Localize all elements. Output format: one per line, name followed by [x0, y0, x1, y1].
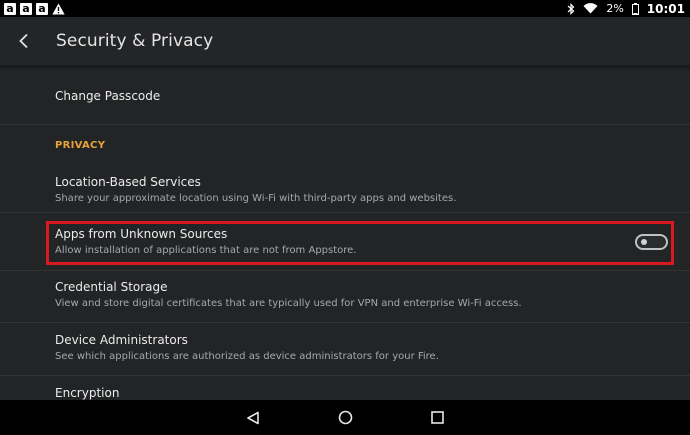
- back-arrow-icon: [18, 33, 30, 49]
- setting-device-administrators[interactable]: Device Administrators See which applicat…: [0, 324, 690, 374]
- nav-home-button[interactable]: [323, 400, 367, 435]
- amazon-notification-icon: a: [4, 2, 16, 15]
- setting-title: Encryption: [55, 386, 120, 400]
- clock: 10:01: [646, 1, 685, 16]
- toggle-knob: [641, 239, 647, 245]
- page-title: Security & Privacy: [56, 31, 214, 51]
- nav-recents-icon: [430, 411, 444, 424]
- status-right: 2% 10:01: [567, 2, 685, 16]
- back-button[interactable]: [2, 17, 46, 65]
- setting-title: Credential Storage: [55, 280, 168, 294]
- bluetooth-icon: [567, 2, 575, 15]
- divider: [0, 124, 690, 125]
- setting-title: Change Passcode: [55, 89, 161, 103]
- setting-subtitle: View and store digital certificates that…: [55, 298, 522, 309]
- navigation-bar: [0, 400, 690, 435]
- battery-percent: 2%: [606, 2, 624, 15]
- setting-change-passcode[interactable]: Change Passcode: [0, 66, 690, 124]
- nav-recents-button[interactable]: [415, 400, 459, 435]
- settings-list[interactable]: Change Passcode PRIVACY Location-Based S…: [0, 66, 690, 400]
- unknown-sources-toggle[interactable]: [635, 234, 668, 250]
- highlight-box: [46, 221, 674, 265]
- setting-encryption[interactable]: Encryption: [0, 376, 690, 400]
- setting-title: Device Administrators: [55, 333, 188, 347]
- divider: [0, 212, 690, 213]
- nav-back-button[interactable]: [231, 400, 275, 435]
- amazon-notification-icon: a: [20, 2, 32, 15]
- setting-subtitle: Share your approximate location using Wi…: [55, 193, 457, 204]
- setting-title: Location-Based Services: [55, 175, 201, 189]
- wifi-icon: [583, 3, 598, 14]
- screen: a a a 2% 10:01 Security & Privacy Change…: [0, 0, 690, 435]
- notification-icons: a a a: [4, 2, 65, 15]
- setting-credential-storage[interactable]: Credential Storage View and store digita…: [0, 271, 690, 321]
- section-header-privacy: PRIVACY: [55, 140, 106, 151]
- battery-icon: [631, 2, 639, 15]
- divider: [0, 322, 690, 323]
- setting-subtitle: See which applications are authorized as…: [55, 351, 439, 362]
- nav-home-icon: [338, 410, 353, 425]
- warning-icon: [52, 3, 65, 15]
- app-bar: Security & Privacy: [0, 17, 690, 66]
- amazon-notification-icon: a: [36, 2, 48, 15]
- nav-back-icon: [246, 411, 260, 425]
- setting-location-services[interactable]: Location-Based Services Share your appro…: [0, 166, 690, 212]
- status-bar: a a a 2% 10:01: [0, 0, 690, 17]
